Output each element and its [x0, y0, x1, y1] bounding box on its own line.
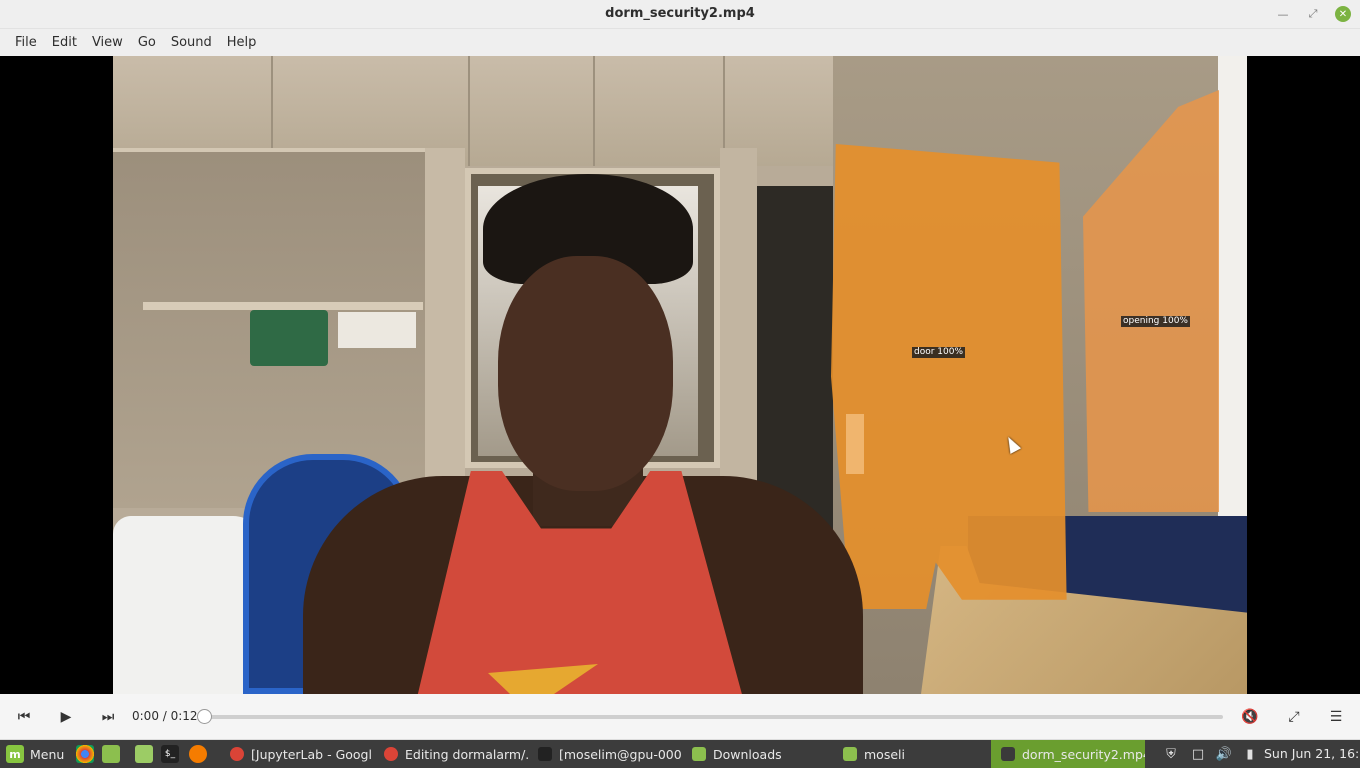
menu-go[interactable]: Go	[131, 35, 163, 50]
taskbar-window-editing[interactable]: Editing dormalarm/...	[374, 740, 528, 768]
clock[interactable]: Sun Jun 21, 16:24	[1264, 740, 1360, 768]
taskbar-window-label: dorm_security2.mp4	[1022, 746, 1145, 762]
menu-file[interactable]: File	[8, 35, 44, 50]
video-player-icon	[1001, 747, 1015, 761]
taskbar-window-label: Editing dormalarm/...	[405, 746, 528, 762]
menu-icon[interactable]: ☰	[1325, 706, 1347, 728]
video-area[interactable]: door 100% opening 100%	[0, 56, 1360, 694]
detection-label-opening: opening 100%	[1121, 316, 1190, 327]
taskbar-window-label: moseli	[864, 746, 905, 762]
folder-icon	[692, 747, 706, 761]
notification-icon[interactable]: □	[1187, 740, 1209, 768]
taskbar-window-downloads[interactable]: Downloads	[682, 740, 832, 768]
volume-icon[interactable]: 🔊	[1213, 740, 1235, 768]
close-icon[interactable]: ✕	[1335, 6, 1351, 22]
chrome-icon[interactable]	[76, 745, 94, 763]
taskbar-window-moseli[interactable]: moseli	[833, 740, 983, 768]
maximize-icon[interactable]: ⤢	[1305, 6, 1321, 22]
title-bar: dorm_security2.mp4 — ⤢ ✕	[0, 0, 1360, 29]
door-segmentation-mask	[831, 144, 1067, 609]
time-display: 0:00 / 0:12	[132, 709, 198, 723]
skip-forward-icon[interactable]: ⏭	[97, 706, 119, 728]
battery-icon[interactable]: ▮	[1240, 740, 1260, 768]
skip-back-icon[interactable]: ⏮	[13, 706, 35, 728]
menu-view[interactable]: View	[85, 35, 130, 50]
menu-label: Menu	[30, 746, 65, 762]
folder-icon[interactable]	[135, 745, 153, 763]
taskbar: m Menu $_ [JupyterLab - Googl... Editing…	[0, 740, 1360, 768]
fullscreen-icon[interactable]: ⤢	[1283, 706, 1305, 728]
chrome-icon	[230, 747, 244, 761]
chrome-icon	[384, 747, 398, 761]
tissue-box	[338, 312, 416, 348]
minimize-icon[interactable]: —	[1275, 6, 1291, 22]
shield-icon[interactable]: ⛨	[1160, 740, 1182, 768]
spreadsheet-icon[interactable]	[102, 745, 120, 763]
mute-icon[interactable]: 🔇	[1239, 706, 1261, 728]
detection-label-door: door 100%	[912, 347, 966, 358]
firefox-icon[interactable]	[189, 745, 207, 763]
window-title: dorm_security2.mp4	[605, 6, 755, 21]
pillow	[113, 516, 263, 694]
taskbar-window-label: [JupyterLab - Googl...	[251, 746, 372, 762]
play-icon[interactable]: ▶	[55, 706, 77, 728]
terminal-icon[interactable]: $_	[161, 745, 179, 763]
video-frame[interactable]: door 100% opening 100%	[113, 56, 1247, 694]
green-bag	[250, 310, 328, 366]
taskbar-window-terminal[interactable]: [moselim@gpu-000...	[528, 740, 682, 768]
start-menu-button[interactable]: m Menu	[0, 740, 70, 768]
taskbar-window-video-player[interactable]: dorm_security2.mp4	[991, 740, 1145, 768]
white-wall	[1218, 56, 1247, 516]
person-head	[498, 256, 673, 491]
menu-edit[interactable]: Edit	[45, 35, 84, 50]
player-controls: ⏮ ▶ ⏭ 0:00 / 0:12 🔇 ⤢ ☰	[0, 694, 1360, 740]
door-handle	[846, 414, 864, 474]
terminal-icon	[538, 747, 552, 761]
taskbar-window-label: [moselim@gpu-000...	[559, 746, 682, 762]
seek-handle[interactable]	[197, 709, 212, 724]
menu-sound[interactable]: Sound	[164, 35, 219, 50]
menu-help[interactable]: Help	[220, 35, 264, 50]
menu-bar: File Edit View Go Sound Help	[0, 29, 1360, 56]
folder-icon	[843, 747, 857, 761]
mint-logo-icon: m	[6, 745, 24, 763]
taskbar-window-label: Downloads	[713, 746, 782, 762]
seek-bar[interactable]	[197, 709, 1223, 724]
taskbar-window-jupyterlab[interactable]: [JupyterLab - Googl...	[220, 740, 372, 768]
